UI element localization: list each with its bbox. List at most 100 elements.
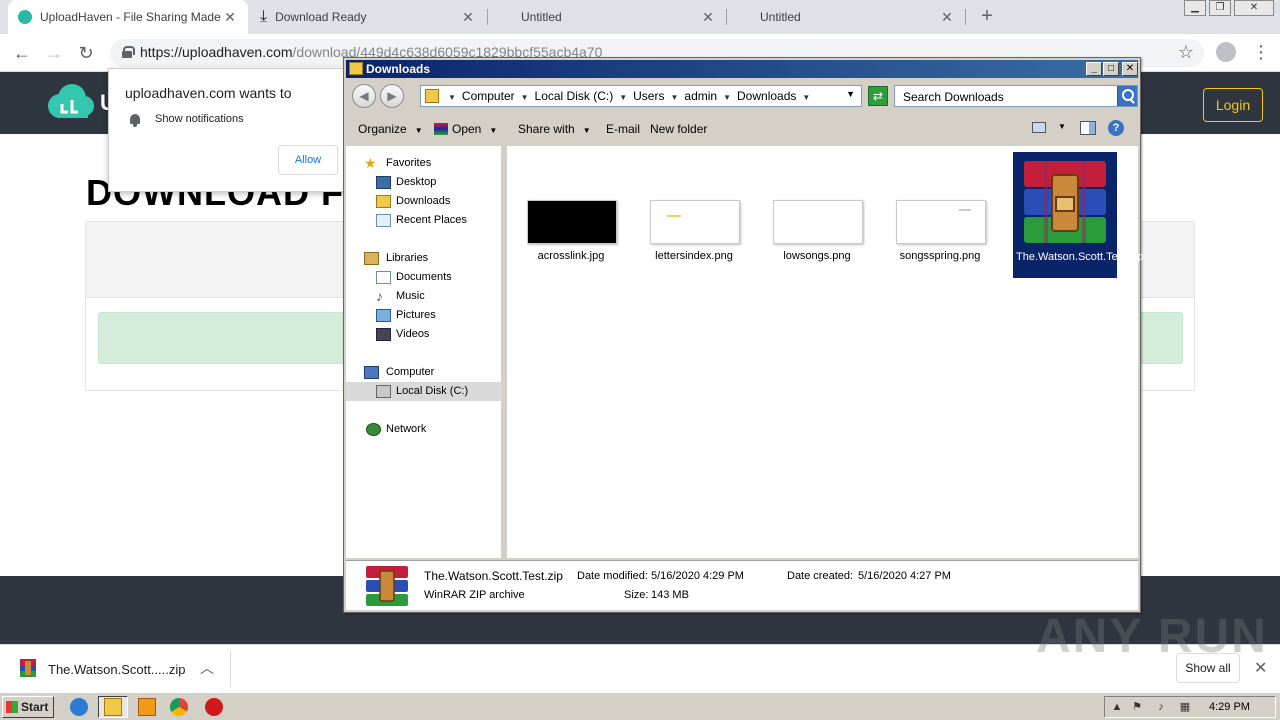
tab-untitled-2[interactable]: Untitled ✕ [727,0,965,34]
star-icon: ★ [364,155,377,171]
breadcrumb-admin[interactable]: admin [684,89,717,103]
close-icon[interactable]: ✕ [1254,658,1267,678]
profile-avatar[interactable] [1216,42,1236,62]
sidebar-item-desktop[interactable]: Desktop [346,173,502,192]
chevron-down-icon[interactable]: ▼ [1058,122,1066,131]
sidebar-item-network[interactable]: Network [346,420,502,439]
breadcrumb-downloads[interactable]: Downloads [737,89,796,103]
sidebar-item-local-disk[interactable]: Local Disk (C:) [346,382,502,401]
close-tab-icon[interactable]: ✕ [700,9,716,26]
chevron-down-icon[interactable]: ▼ [448,93,456,102]
new-folder-button[interactable]: New folder [650,122,707,136]
minimize-button[interactable]: ▁ [1184,0,1206,16]
breadcrumb-local-disk[interactable]: Local Disk (C:) [535,89,614,103]
tray-expand-icon[interactable]: ▲ [1111,701,1123,713]
sidebar-item-favorites[interactable]: ★ Favorites [346,154,502,173]
help-icon[interactable]: ? [1108,120,1124,136]
file-item[interactable]: songsspring.png [888,152,992,278]
explorer-titlebar[interactable]: Downloads _ □ ✕ [346,60,1138,78]
breadcrumb-users[interactable]: Users [633,89,664,103]
sidebar-item-label: Computer [386,366,435,378]
chevron-down-icon[interactable]: ▼ [521,93,529,102]
security-alert-icon[interactable] [205,698,223,716]
allow-button[interactable]: Allow [278,145,338,175]
search-icon[interactable] [1117,86,1137,106]
maximize-button[interactable]: □ [1103,62,1119,76]
sidebar-item-label: Videos [396,328,430,340]
close-window-button[interactable]: ✕ [1234,0,1274,16]
file-name: lettersindex.png [655,250,733,262]
file-item[interactable]: lowsongs.png [765,152,869,278]
organize-button[interactable]: Organize ▼ [358,122,423,136]
sidebar-item-computer[interactable]: Computer [346,363,502,382]
forward-button[interactable]: → [42,41,66,65]
file-item[interactable]: acrosslink.jpg [519,152,623,278]
download-file-name[interactable]: The.Watson.Scott.....zip [48,662,186,677]
clock[interactable]: 4:29 PM [1209,701,1250,713]
show-all-button[interactable]: Show all [1176,653,1240,683]
login-button[interactable]: Login [1203,88,1263,122]
network-tray-icon[interactable]: ▦ [1179,701,1191,713]
media-player-icon[interactable] [138,698,156,716]
folder-icon [349,62,363,75]
refresh-icon[interactable]: ⇄ [868,86,888,106]
back-button[interactable]: ◀ [352,84,376,108]
email-button[interactable]: E-mail [606,122,640,136]
download-icon: ⤓ [260,8,268,25]
taskbar-explorer-button[interactable] [98,696,128,718]
close-button[interactable]: ✕ [1122,62,1138,76]
open-button[interactable]: Open ▼ [434,122,497,136]
sidebar-item-music[interactable]: ♪ Music [346,287,502,306]
chevron-down-icon[interactable]: ▼ [802,93,810,102]
sidebar-item-downloads[interactable]: Downloads [346,192,502,211]
file-item[interactable]: lettersindex.png [642,152,746,278]
sidebar-item-documents[interactable]: Documents [346,268,502,287]
sidebar-item-label: Desktop [396,176,437,188]
chevron-down-icon[interactable]: ▼ [619,93,627,102]
chevron-down-icon: ▼ [489,126,498,135]
close-tab-icon[interactable]: ✕ [222,9,238,26]
sidebar-item-label: Music [396,290,425,302]
open-label: Open [452,122,482,136]
internet-explorer-icon[interactable] [70,698,88,716]
tab-download-ready[interactable]: ⤓ Download Ready ✕ [250,0,486,34]
breadcrumb-computer[interactable]: Computer [462,89,515,103]
reload-button[interactable]: ↻ [74,41,98,65]
sidebar-item-pictures[interactable]: Pictures [346,306,502,325]
start-label: Start [21,700,49,714]
sidebar-item-libraries[interactable]: Libraries [346,249,502,268]
volume-icon[interactable]: ♪ [1155,701,1167,713]
tab-title: Untitled [760,10,801,24]
address-dropdown-icon[interactable]: ▼ [846,89,855,99]
winrar-icon [434,123,448,135]
chevron-down-icon[interactable]: ▼ [670,93,678,102]
chevron-down-icon[interactable]: ▼ [723,93,731,102]
browser-menu-icon[interactable]: ⋮ [1252,42,1270,62]
preview-pane-icon[interactable] [1080,121,1096,135]
breadcrumb[interactable]: ▼ Computer ▼ Local Disk (C:) ▼ Users ▼ admin ▼ Do… [420,85,862,107]
start-button[interactable]: Start [2,696,54,718]
file-item-selected[interactable]: The.Watson.Scott.Test.zip [1013,152,1143,278]
new-tab-button[interactable]: + [976,6,998,28]
bookmark-star-icon[interactable]: ☆ [1178,42,1194,63]
sidebar-item-videos[interactable]: Videos [346,325,502,344]
change-view-icon[interactable] [1032,122,1046,133]
share-with-button[interactable]: Share with ▼ [518,122,591,136]
restore-button[interactable]: ❐ [1209,0,1231,16]
forward-button[interactable]: ▶ [380,84,404,108]
tab-uploadhaven[interactable]: UploadHaven - File Sharing Made Sim ✕ [8,0,248,34]
tab-untitled-1[interactable]: Untitled ✕ [488,0,726,34]
action-center-icon[interactable]: ⚑ [1131,701,1143,713]
uploadhaven-favicon [18,10,32,24]
image-thumbnail [650,200,740,244]
back-button[interactable]: ← [10,41,34,65]
close-tab-icon[interactable]: ✕ [460,9,476,26]
date-modified-value: 5/16/2020 4:29 PM [651,570,744,582]
minimize-button[interactable]: _ [1086,62,1102,76]
sidebar-item-recent-places[interactable]: Recent Places [346,211,502,230]
search-input[interactable]: Search Downloads [894,85,1138,107]
chrome-icon[interactable] [170,698,188,716]
close-tab-icon[interactable]: ✕ [939,9,955,26]
tab-separator [965,9,966,25]
chevron-up-icon[interactable]: ︿ [200,658,214,678]
